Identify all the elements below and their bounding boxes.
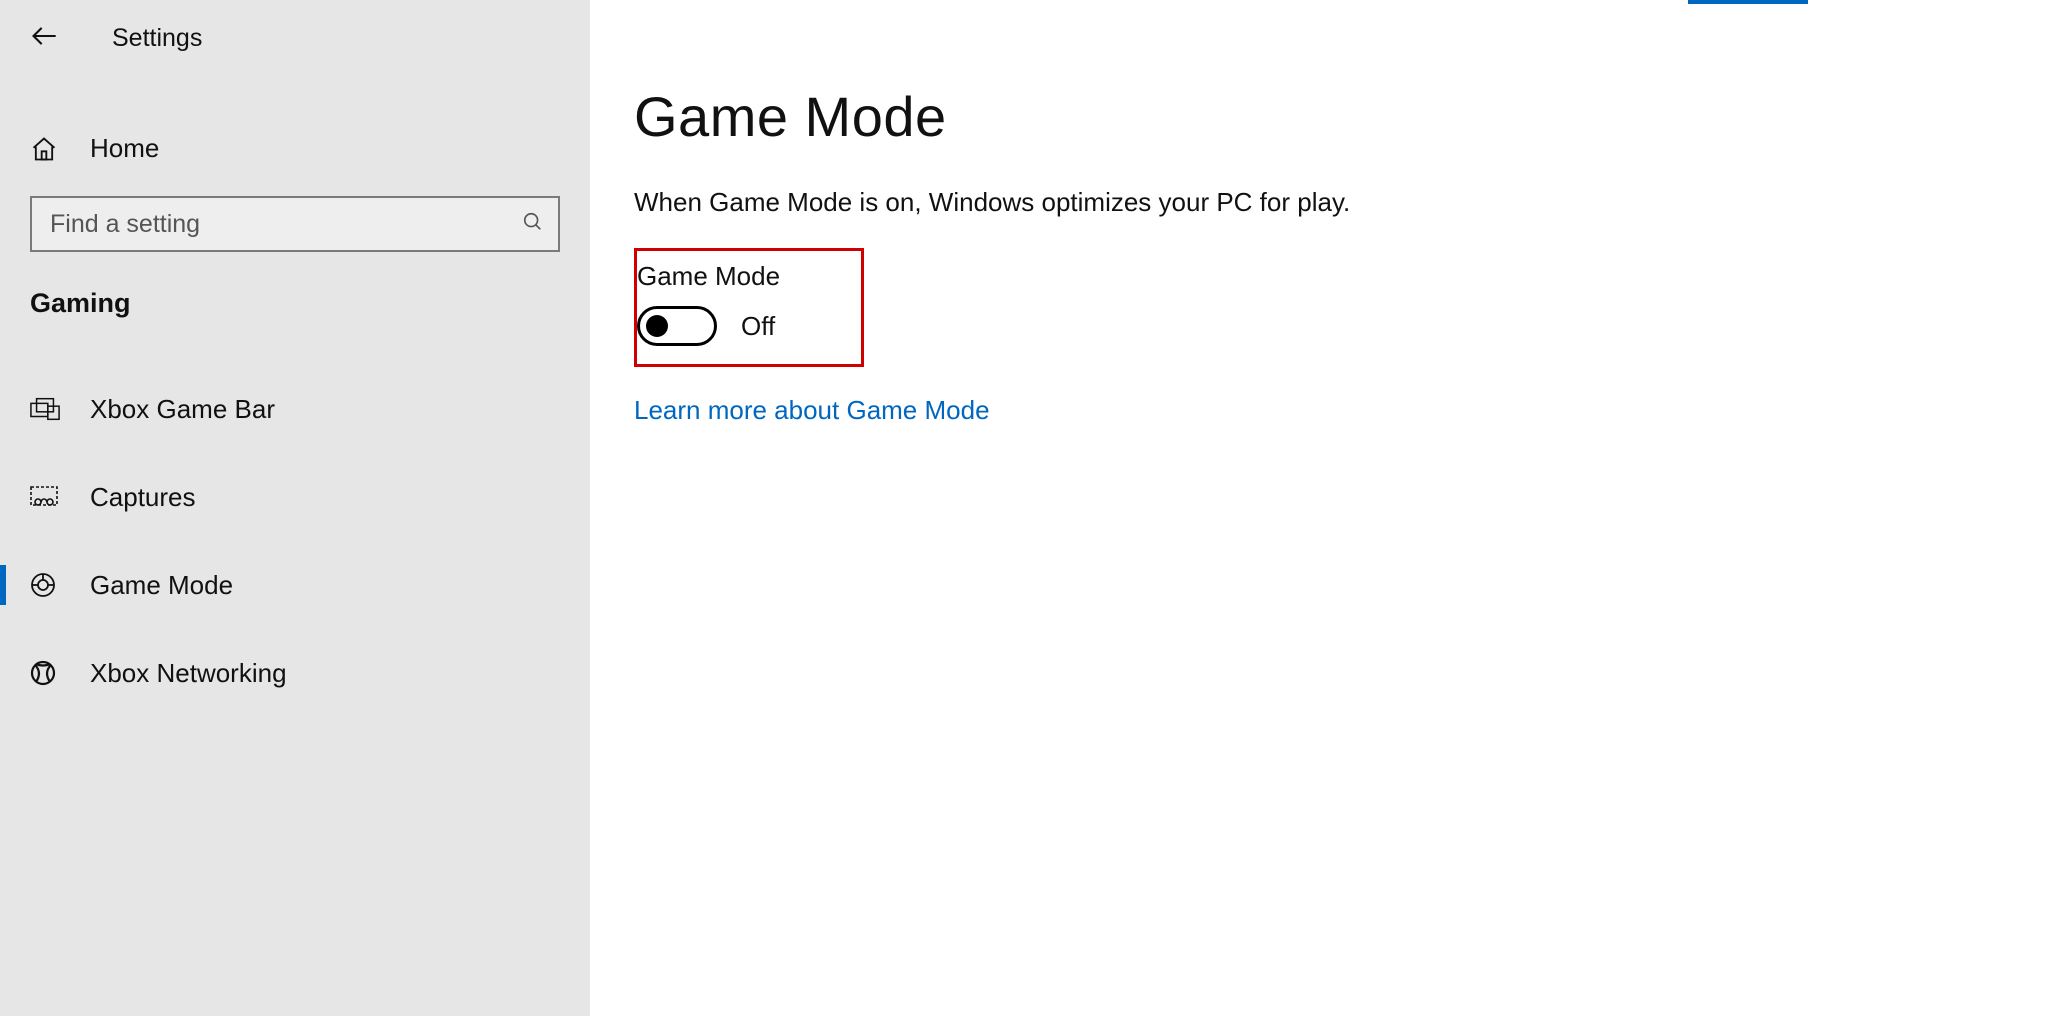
page-title: Game Mode [634, 84, 2048, 149]
sidebar-item-label: Xbox Game Bar [90, 394, 275, 425]
learn-more-link[interactable]: Learn more about Game Mode [634, 395, 990, 426]
sidebar-item-home[interactable]: Home [0, 109, 590, 188]
game-bar-icon [30, 397, 64, 421]
toggle-state-text: Off [741, 311, 775, 342]
search-input[interactable] [50, 210, 522, 239]
window-accent-bar [1688, 0, 1808, 4]
sidebar-item-xbox-networking[interactable]: Xbox Networking [0, 629, 590, 717]
sidebar-nav-items: Xbox Game Bar Captures [0, 365, 590, 717]
toggle-label: Game Mode [637, 261, 801, 292]
sidebar-category-heading: Gaming [0, 274, 590, 337]
sidebar-item-label: Game Mode [90, 570, 233, 601]
sidebar-item-game-mode[interactable]: Game Mode [0, 541, 590, 629]
home-icon [30, 135, 64, 163]
xbox-icon [30, 660, 64, 686]
sidebar-item-captures[interactable]: Captures [0, 453, 590, 541]
page-description: When Game Mode is on, Windows optimizes … [634, 187, 2048, 218]
sidebar-item-label: Captures [90, 482, 196, 513]
settings-sidebar: Settings Home Gaming [0, 0, 590, 1016]
game-mode-toggle-block: Game Mode Off [634, 248, 864, 367]
toggle-knob [646, 315, 668, 337]
sidebar-header: Settings [0, 12, 590, 79]
captures-icon [30, 485, 64, 509]
sidebar-item-xbox-game-bar[interactable]: Xbox Game Bar [0, 365, 590, 453]
back-arrow-icon[interactable] [30, 22, 58, 55]
main-content: Game Mode When Game Mode is on, Windows … [590, 0, 2048, 1016]
game-mode-toggle[interactable] [637, 306, 717, 346]
search-container [30, 196, 560, 252]
toggle-row: Off [637, 306, 801, 346]
sidebar-item-label: Xbox Networking [90, 658, 287, 689]
search-icon [522, 211, 544, 238]
search-box[interactable] [30, 196, 560, 252]
home-label: Home [90, 133, 159, 164]
game-mode-icon [30, 572, 64, 598]
app-title: Settings [112, 24, 202, 53]
